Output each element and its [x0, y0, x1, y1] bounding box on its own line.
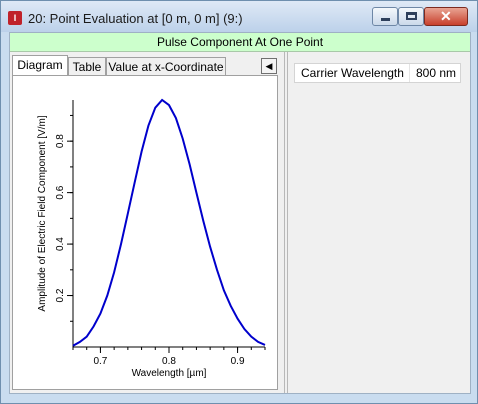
- property-name: Carrier Wavelength: [301, 66, 404, 80]
- chart[interactable]: 0.7 0.8 0.9 0.2 0.4 0.6 0.8 Wavelength [µm] Am…: [13, 76, 277, 389]
- y-tick-label: 0.2: [55, 288, 66, 302]
- minimize-icon: [381, 18, 390, 21]
- triangle-left-icon: ◀: [265, 61, 273, 71]
- tab-value-at-x-coordinate[interactable]: Value at x-Coordinate: [106, 57, 226, 75]
- content-area: Pulse Component At One Point Diagram Tab…: [9, 32, 471, 394]
- application-window: I 20: Point Evaluation at [0 m, 0 m] (9:…: [0, 0, 478, 404]
- y-tick-label: 0.6: [55, 185, 66, 199]
- maximize-icon: [406, 12, 417, 20]
- tab-diagram[interactable]: Diagram: [12, 55, 68, 76]
- x-axis-label: Wavelength [µm]: [132, 368, 207, 379]
- x-tick-label: 0.9: [231, 356, 245, 367]
- maximize-button[interactable]: [398, 7, 424, 26]
- chart-ticks: 0.7 0.8 0.9 0.2 0.4 0.6 0.8: [55, 114, 266, 367]
- diagram-panel[interactable]: 0.7 0.8 0.9 0.2 0.4 0.6 0.8 Wavelength [µm] Am…: [12, 75, 278, 390]
- tab-scroll-button[interactable]: ◀: [261, 58, 277, 74]
- x-tick-label: 0.7: [93, 356, 107, 367]
- series-line: [72, 98, 266, 347]
- y-axis-label: Amplitude of Electric Field Component [V…: [37, 115, 48, 311]
- y-tick-label: 0.8: [55, 134, 66, 148]
- y-tick-label: 0.4: [55, 237, 66, 251]
- minimize-button[interactable]: [372, 7, 398, 26]
- properties-pane: Carrier Wavelength 800 nm: [288, 52, 470, 393]
- close-icon: ✕: [440, 8, 452, 24]
- property-value: 800 nm: [415, 66, 456, 80]
- property-row: Carrier Wavelength 800 nm: [294, 63, 461, 83]
- result-header: Pulse Component At One Point: [10, 33, 470, 52]
- left-pane: Diagram Table Value at x-Coordinate ◀ 0.…: [10, 52, 284, 393]
- tab-strip: Diagram Table Value at x-Coordinate ◀: [12, 54, 282, 76]
- window-title: 20: Point Evaluation at [0 m, 0 m] (9:): [28, 11, 243, 26]
- tab-table[interactable]: Table: [68, 57, 106, 75]
- title-bar[interactable]: I 20: Point Evaluation at [0 m, 0 m] (9:…: [1, 1, 477, 32]
- window-border-bottom: [1, 395, 477, 403]
- property-divider: [409, 64, 410, 82]
- app-icon[interactable]: I: [8, 11, 22, 25]
- close-button[interactable]: ✕: [424, 7, 468, 26]
- x-tick-label: 0.8: [162, 356, 176, 367]
